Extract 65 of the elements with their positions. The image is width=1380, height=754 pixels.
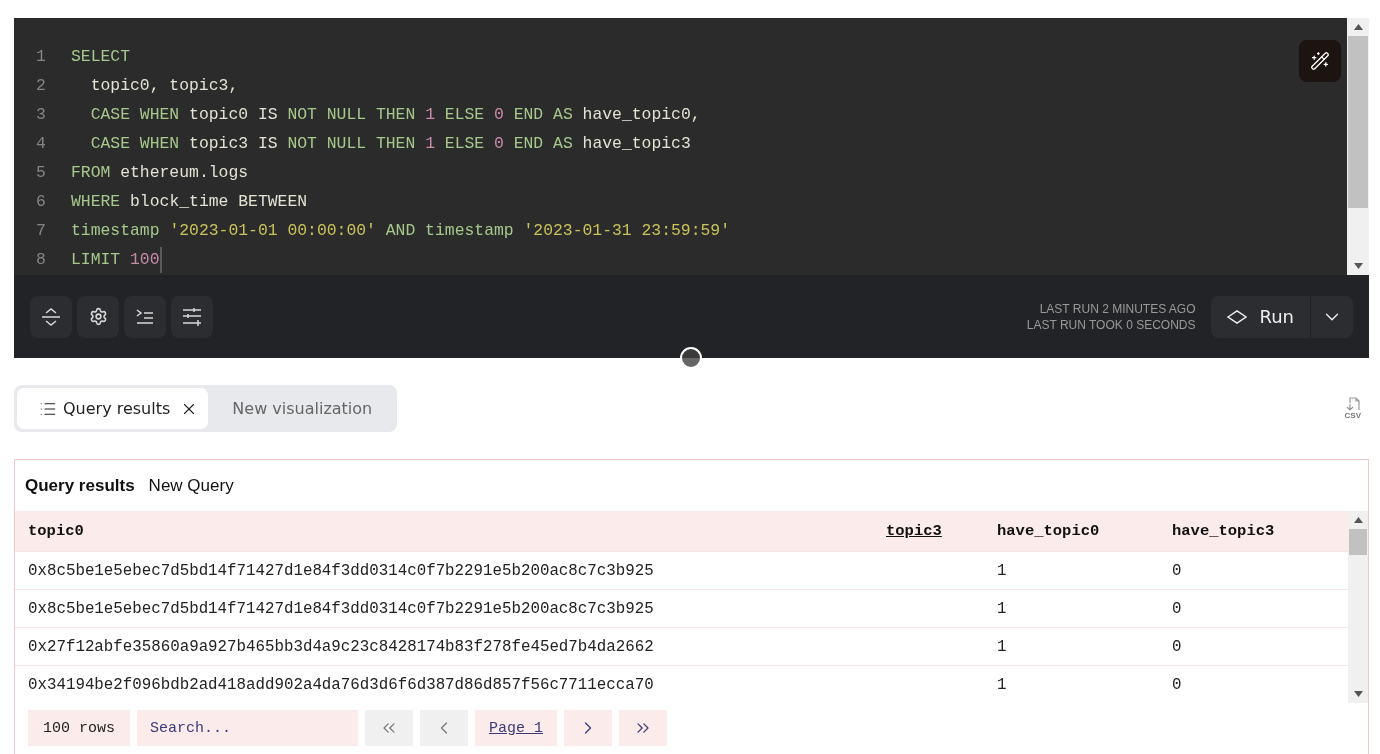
table-cell-text: 0x8c5be1e5ebec7d5bd14f71427d1e84f3dd0314c0f7b2291e5b200ac8c7c3b925 [27,599,655,618]
text-cursor [159,246,162,273]
scrollbar[interactable] [1347,18,1369,275]
toolbar-button[interactable] [124,295,166,338]
row-count: 100 rows [28,710,130,746]
sliders-plus-icon [182,307,202,326]
csv-download-button[interactable]: CSV [1344,397,1361,420]
last-run-duration-text: LAST RUN TOOK 0 SECONDS [1026,316,1196,333]
settings-icon [88,307,108,326]
code-line: topic0, topic3, [89,76,239,95]
search-field[interactable]: Search... [137,710,358,746]
column-header[interactable]: topic3 [886,522,997,540]
table-cell-text: 0 [1172,599,1183,618]
query-name: New Query [148,475,234,496]
code-line: timestamp '2023-01-01 00:00:00' AND timestamp '2023-01-31 23:59:59' [71,221,731,240]
scrollbar[interactable] [1348,511,1368,703]
line-number: 5 [35,163,47,182]
last-run-text: LAST RUN 2 MINUTES AGO [1039,300,1196,317]
line-number: 2 [35,76,47,95]
line-number: 4 [35,134,47,153]
toolbar-button[interactable] [30,295,72,338]
code-line: LIMIT 100 [71,246,162,273]
scroll-down-arrow-icon[interactable] [1353,691,1363,697]
scrollbar-thumb[interactable] [1348,36,1368,208]
line-number: 3 [35,105,47,124]
scrollbar-thumb[interactable] [1349,529,1367,555]
scroll-up-arrow-icon[interactable] [1353,24,1363,30]
code-line: CASE WHEN topic3 IS NOT NULL THEN 1 ELSE 0 END AS have_topic3 [89,134,691,153]
table-cell-text: 1 [997,561,1008,580]
table-cell-text: 0x27f12abfe35860a9a927b465bb3d4a9c23c8428174b83f278fe45ed7b4da2662 [27,637,655,656]
file-download-icon [1344,397,1361,411]
magic-wand-icon [1310,51,1330,71]
table-cell-text: 1 [997,637,1008,656]
scroll-up-arrow-icon[interactable] [1353,517,1363,523]
toolbar-button[interactable] [77,295,119,338]
table-cell-text: 0x34194be2f096bdb2ad418add902a4da76d3d6f6d387d86d857f56c7711ecca70 [27,675,655,694]
result-tab[interactable]: Query results [17,388,209,429]
diamond-icon [1227,309,1248,324]
table-cell-text: 0 [1172,675,1183,694]
code-line: FROM ethereum.logs [71,163,249,182]
result-tab[interactable]: New visualization [210,388,395,429]
results-title: Query results [25,475,135,496]
page-link[interactable]: Page 1 [475,710,557,746]
column-header[interactable]: have_topic0 [997,522,1172,540]
table-cell-text: 0x8c5be1e5ebec7d5bd14f71427d1e84f3dd0314c0f7b2291e5b200ac8c7c3b925 [27,561,655,580]
table-cell-text: 1 [997,599,1008,618]
line-number: 1 [35,47,47,66]
code-line: WHERE block_time BETWEEN [71,192,308,211]
table-cell-text: 0 [1172,637,1183,656]
line-number: 8 [35,250,47,269]
column-header[interactable]: topic0 [15,522,886,540]
code-editor[interactable] [14,18,1369,275]
indent-lines-icon [136,308,154,325]
line-number: 7 [35,221,47,240]
column-header[interactable]: have_topic3 [1172,522,1348,540]
table-cell-text: 0 [1172,561,1183,580]
code-line: SELECT [71,47,131,66]
expand-collapse-icon [41,305,61,328]
code-line: CASE WHEN topic0 IS NOT NULL THEN 1 ELSE 0 END AS have_topic0, [89,105,701,124]
scroll-down-arrow-icon[interactable] [1353,263,1363,269]
toolbar-button[interactable] [171,295,213,338]
line-number: 6 [35,192,47,211]
resize-handle[interactable] [680,347,702,369]
magic-wand-button[interactable] [1299,40,1341,82]
table-cell-text: 1 [997,675,1008,694]
